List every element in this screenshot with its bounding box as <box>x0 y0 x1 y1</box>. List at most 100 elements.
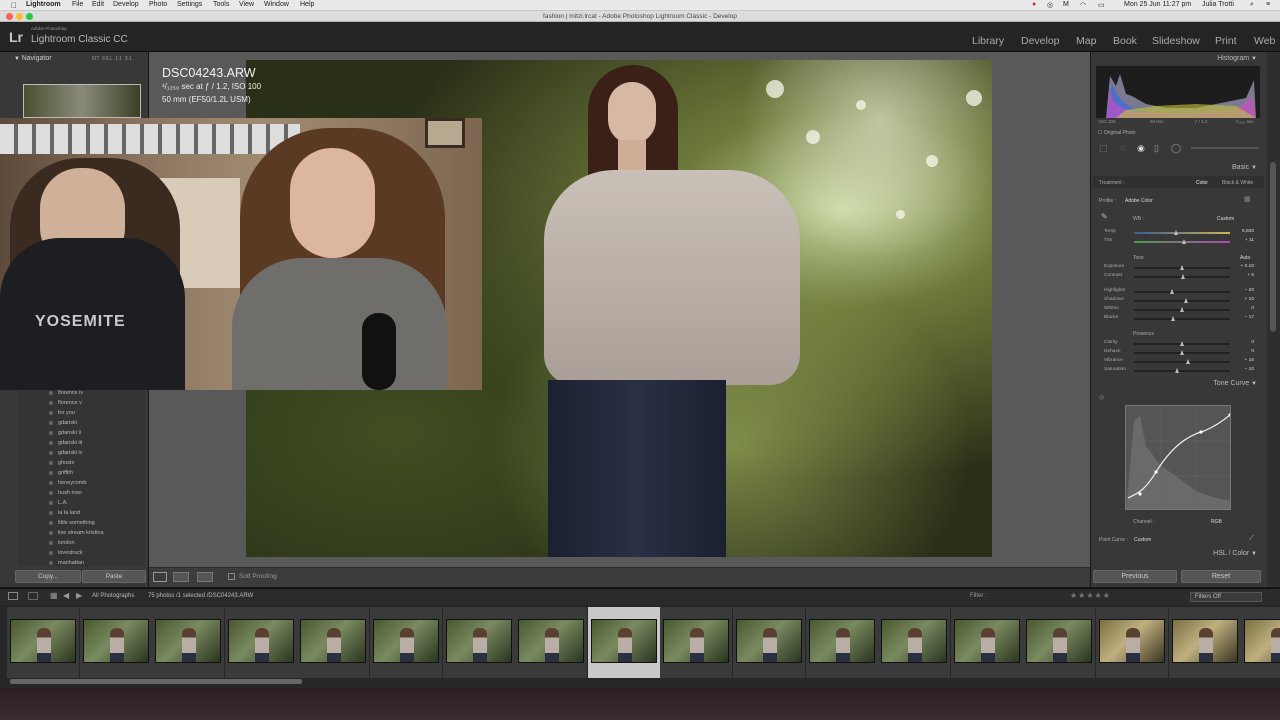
slider-track[interactable] <box>1134 350 1230 355</box>
edit-point-curve-icon[interactable]: ⟋ <box>1249 535 1254 543</box>
second-window-icon[interactable] <box>28 592 38 600</box>
eyedropper-icon[interactable]: ✎ <box>1101 212 1108 221</box>
slider-thumb[interactable] <box>1182 239 1187 244</box>
previous-button[interactable]: Previous <box>1093 570 1177 583</box>
slider-shadows[interactable]: Shadows + 10 <box>1104 297 1258 305</box>
curve-point[interactable] <box>1199 430 1203 434</box>
slider-value[interactable]: − 17 <box>1245 315 1254 320</box>
filmstrip-thumbnail[interactable] <box>82 619 149 663</box>
treatment-color-option[interactable]: Color <box>1196 180 1208 186</box>
basic-header[interactable]: Basic ▼ <box>1232 164 1257 171</box>
module-map[interactable]: Map <box>1076 35 1096 47</box>
preset-item[interactable]: little something <box>18 518 145 528</box>
profile-browser-icon[interactable]: ▦ <box>1244 195 1251 203</box>
navigator-preview[interactable] <box>23 84 141 118</box>
preset-item[interactable]: gdanski iii <box>18 438 145 448</box>
menu-settings[interactable]: Settings <box>177 1 202 8</box>
filmstrip-thumbnail[interactable] <box>736 619 802 663</box>
curve-point[interactable] <box>1154 470 1158 474</box>
brush-slider[interactable] <box>1191 147 1259 149</box>
main-window-icon[interactable] <box>8 592 18 600</box>
filmstrip-thumbnail[interactable] <box>953 619 1020 663</box>
slider-thumb[interactable] <box>1179 341 1184 346</box>
filmstrip-thumbnail[interactable] <box>155 619 222 663</box>
slider-track[interactable] <box>1134 298 1230 303</box>
slider-thumb[interactable] <box>1179 307 1184 312</box>
module-develop[interactable]: Develop <box>1021 35 1060 47</box>
slider-thumb[interactable] <box>1170 316 1175 321</box>
loupe-view-icon[interactable] <box>153 572 167 582</box>
zoom-fit[interactable]: FIT <box>92 56 100 62</box>
before-after-icon[interactable] <box>173 572 189 582</box>
original-photo-checkbox[interactable]: ☐ Original Photo <box>1098 130 1136 136</box>
filters-off-dropdown[interactable]: Filters Off <box>1190 592 1262 602</box>
slider-thumb[interactable] <box>1180 265 1185 270</box>
soft-proofing-checkbox[interactable] <box>228 573 235 580</box>
slider-track[interactable] <box>1134 307 1230 312</box>
slider-thumb[interactable] <box>1186 359 1191 364</box>
back-arrow-icon[interactable]: ◀ <box>63 591 69 600</box>
before-after-split-icon[interactable] <box>197 572 213 582</box>
slider-track[interactable] <box>1134 239 1230 244</box>
profile-dropdown[interactable]: Adobe Color <box>1125 198 1153 204</box>
slider-whites[interactable]: Whites 0 <box>1104 306 1258 314</box>
slider-thumb[interactable] <box>1169 289 1174 294</box>
slider-thumb[interactable] <box>1174 368 1179 373</box>
menu-view[interactable]: View <box>239 1 254 8</box>
slider-clarity[interactable]: Clarity 0 <box>1104 340 1258 348</box>
preset-item[interactable]: london <box>18 538 145 548</box>
slider-track[interactable] <box>1134 230 1230 235</box>
slider-contrast[interactable]: Contrast + 5 <box>1104 273 1258 281</box>
slider-track[interactable] <box>1134 368 1230 373</box>
zoom-window-icon[interactable] <box>26 13 33 20</box>
menu-list-icon[interactable]: ≡ <box>1266 1 1270 8</box>
menu-develop[interactable]: Develop <box>113 1 139 8</box>
slider-thumb[interactable] <box>1179 350 1184 355</box>
slider-value[interactable]: + 11 <box>1245 238 1254 243</box>
tone-curve-header[interactable]: Tone Curve ▼ <box>1213 380 1257 387</box>
status-icon[interactable]: M <box>1063 1 1069 8</box>
slider-thumb[interactable] <box>1181 274 1186 279</box>
slider-value[interactable]: + 15 <box>1245 358 1254 363</box>
slider-blacks[interactable]: Blacks − 17 <box>1104 315 1258 323</box>
graduated-filter-icon[interactable]: ▯ <box>1154 143 1159 154</box>
filmstrip-thumbnail[interactable] <box>590 619 657 663</box>
filmstrip-thumbnail[interactable] <box>1099 619 1165 663</box>
status-icon[interactable]: ◎ <box>1047 1 1053 9</box>
preset-item[interactable]: gdanski iv <box>18 448 145 458</box>
menu-help[interactable]: Help <box>300 1 314 8</box>
module-web[interactable]: Web <box>1254 35 1275 47</box>
slider-vibrance[interactable]: Vibrance + 15 <box>1104 358 1258 366</box>
tone-curve-graph[interactable] <box>1125 405 1231 510</box>
zoom-fill[interactable]: FILL <box>102 56 112 62</box>
preset-item[interactable]: hush river <box>18 488 145 498</box>
forward-arrow-icon[interactable]: ▶ <box>76 591 82 600</box>
filmstrip-thumbnail[interactable] <box>10 619 76 663</box>
slider-track[interactable] <box>1134 316 1230 321</box>
preset-item[interactable]: lovestruck <box>18 548 145 558</box>
treatment-bw-option[interactable]: Black & White <box>1222 180 1253 186</box>
slider-highlights[interactable]: Highlights − 20 <box>1104 288 1258 296</box>
slider-track[interactable] <box>1134 341 1230 346</box>
filmstrip-thumbnail[interactable] <box>227 619 294 663</box>
navigator-zoom-options[interactable]: FIT FILL 1:1 3:1 <box>92 56 132 62</box>
apple-icon[interactable]:  <box>11 1 17 10</box>
slider-track[interactable] <box>1134 359 1230 364</box>
slider-value[interactable]: − 20 <box>1245 288 1254 293</box>
preset-item[interactable]: gdanski <box>18 418 145 428</box>
filmstrip-thumbnail[interactable] <box>808 619 875 663</box>
slider-saturation[interactable]: Saturation − 10 <box>1104 367 1258 375</box>
filmstrip-thumbnail[interactable] <box>373 619 439 663</box>
menu-tools[interactable]: Tools <box>213 1 229 8</box>
slider-value[interactable]: + 5 <box>1247 273 1254 278</box>
slider-value[interactable]: − 10 <box>1245 367 1254 372</box>
zoom-3-1[interactable]: 3:1 <box>125 56 132 62</box>
preset-item[interactable]: honeycomb <box>18 478 145 488</box>
slider-track[interactable] <box>1134 274 1230 279</box>
preset-item[interactable]: L.A. <box>18 498 145 508</box>
filmstrip-thumbnail[interactable] <box>1244 619 1280 663</box>
radial-filter-icon[interactable]: ◯ <box>1171 143 1181 154</box>
reset-button[interactable]: Reset <box>1181 570 1261 583</box>
menu-photo[interactable]: Photo <box>149 1 167 8</box>
slider-thumb[interactable] <box>1173 230 1178 235</box>
